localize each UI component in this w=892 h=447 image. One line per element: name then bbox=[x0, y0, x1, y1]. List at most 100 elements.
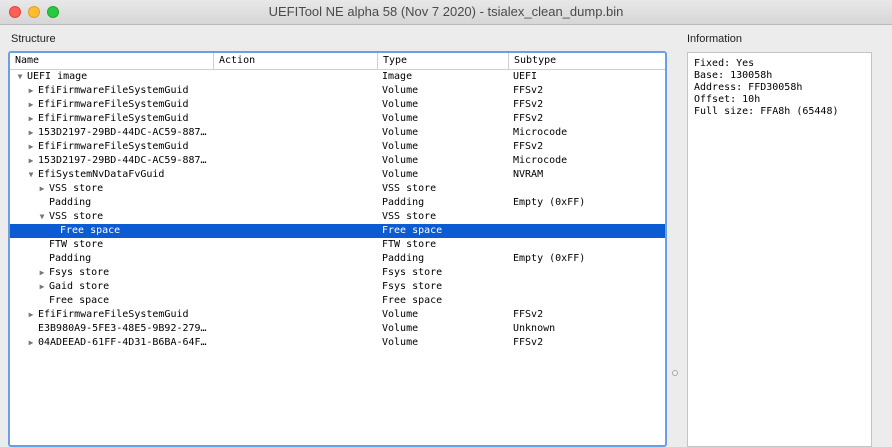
information-panel: Fixed: Yes Base: 130058h Address: FFD30058… bbox=[687, 52, 872, 447]
expand-arrow-icon[interactable]: ▶ bbox=[26, 308, 36, 322]
info-line: Fixed: Yes bbox=[694, 58, 755, 69]
row-action bbox=[218, 308, 378, 322]
tree-row[interactable]: ▶ EfiFirmwareFileSystemGuid Volume FFSv2 bbox=[10, 308, 665, 322]
row-type: Volume bbox=[382, 127, 419, 138]
row-type: Free space bbox=[382, 225, 443, 236]
row-type: Volume bbox=[382, 337, 419, 348]
column-header-action[interactable]: Action bbox=[213, 53, 377, 69]
structure-rows: ▼ UEFI image Image UEFI ▶ EfiFirmwareFileSyst… bbox=[10, 70, 665, 350]
row-name: EfiFirmwareFileSystemGuid bbox=[38, 309, 189, 320]
row-name: Free space bbox=[49, 295, 110, 306]
info-line: Full size: FFA8h (65448) bbox=[694, 106, 839, 117]
expand-arrow-icon[interactable]: ▶ bbox=[26, 84, 36, 98]
row-action bbox=[218, 322, 378, 336]
tree-row[interactable]: ▶ 153D2197-29BD-44DC-AC59-887… Volume Micro… bbox=[10, 154, 665, 168]
row-action bbox=[218, 154, 378, 168]
expand-arrow-icon[interactable]: ▶ bbox=[37, 266, 47, 280]
tree-row[interactable]: ▶ 153D2197-29BD-44DC-AC59-887… Volume Micro… bbox=[10, 126, 665, 140]
row-type: Volume bbox=[382, 113, 419, 124]
row-name: 153D2197-29BD-44DC-AC59-887… bbox=[38, 155, 207, 166]
tree-row[interactable]: ▶ Fsys store Fsys store bbox=[10, 266, 665, 280]
row-name: VSS store bbox=[49, 211, 104, 222]
expand-arrow-icon[interactable]: ▶ bbox=[26, 154, 36, 168]
tree-row[interactable]: ▶ Gaid store Fsys store bbox=[10, 280, 665, 294]
tree-row[interactable]: ▶ EfiFirmwareFileSystemGuid Volume FFSv2 bbox=[10, 84, 665, 98]
expand-arrow-icon[interactable]: ▶ bbox=[37, 280, 47, 294]
column-header-subtype[interactable]: Subtype bbox=[508, 53, 665, 69]
row-subtype bbox=[513, 224, 663, 238]
row-subtype bbox=[513, 238, 663, 252]
row-subtype: UEFI bbox=[513, 71, 538, 82]
collapse-arrow-icon[interactable]: ▼ bbox=[15, 70, 25, 84]
row-name: EfiSystemNvDataFvGuid bbox=[38, 169, 165, 180]
tree-row[interactable]: Free space Free space bbox=[10, 224, 665, 238]
info-line: Base: 130058h bbox=[694, 70, 773, 81]
row-type: Volume bbox=[382, 323, 419, 334]
row-action bbox=[218, 224, 378, 238]
row-action bbox=[218, 140, 378, 154]
row-type: VSS store bbox=[382, 183, 437, 194]
row-name: Fsys store bbox=[49, 267, 110, 278]
expand-arrow-icon[interactable]: ▶ bbox=[26, 126, 36, 140]
row-subtype: Microcode bbox=[513, 127, 568, 138]
row-subtype: FFSv2 bbox=[513, 113, 544, 124]
expand-arrow-icon[interactable]: ▶ bbox=[26, 336, 36, 350]
row-subtype: FFSv2 bbox=[513, 85, 544, 96]
row-name: 04ADEEAD-61FF-4D31-B6BA-64F… bbox=[38, 337, 207, 348]
tree-row[interactable]: ▶ VSS store VSS store bbox=[10, 182, 665, 196]
row-name: EfiFirmwareFileSystemGuid bbox=[38, 99, 189, 110]
expand-arrow-icon[interactable]: ▶ bbox=[26, 98, 36, 112]
tree-row[interactable]: E3B980A9-5FE3-48E5-9B92-279… Volume Unknow… bbox=[10, 322, 665, 336]
structure-label: Structure bbox=[11, 33, 56, 45]
panel-splitter[interactable] bbox=[670, 30, 680, 447]
row-name: 153D2197-29BD-44DC-AC59-887… bbox=[38, 127, 207, 138]
row-type: VSS store bbox=[382, 211, 437, 222]
row-type: Padding bbox=[382, 197, 425, 208]
column-header-type[interactable]: Type bbox=[377, 53, 508, 69]
row-action bbox=[218, 196, 378, 210]
row-action bbox=[218, 182, 378, 196]
expand-arrow-icon[interactable]: ▶ bbox=[37, 182, 47, 196]
row-subtype: FFSv2 bbox=[513, 141, 544, 152]
row-subtype: Unknown bbox=[513, 323, 556, 334]
tree-row[interactable]: ▶ EfiFirmwareFileSystemGuid Volume FFSv2 bbox=[10, 112, 665, 126]
row-type: Volume bbox=[382, 309, 419, 320]
tree-row[interactable]: ▼ EfiSystemNvDataFvGuid Volume NVRAM bbox=[10, 168, 665, 182]
tree-row[interactable]: ▼ UEFI image Image UEFI bbox=[10, 70, 665, 84]
tree-row[interactable]: ▶ EfiFirmwareFileSystemGuid Volume FFSv2 bbox=[10, 140, 665, 154]
collapse-arrow-icon[interactable]: ▼ bbox=[37, 210, 47, 224]
expand-arrow-icon[interactable]: ▶ bbox=[26, 140, 36, 154]
tree-row[interactable]: Padding Padding Empty (0xFF) bbox=[10, 252, 665, 266]
row-action bbox=[218, 294, 378, 308]
row-action bbox=[218, 266, 378, 280]
expand-arrow-icon[interactable]: ▶ bbox=[26, 112, 36, 126]
row-type: Image bbox=[382, 71, 413, 82]
row-subtype bbox=[513, 266, 663, 280]
title-bar: UEFITool NE alpha 58 (Nov 7 2020) - tsia… bbox=[0, 0, 892, 25]
row-name: EfiFirmwareFileSystemGuid bbox=[38, 113, 189, 124]
tree-row[interactable]: FTW store FTW store bbox=[10, 238, 665, 252]
row-subtype bbox=[513, 210, 663, 224]
row-name: UEFI image bbox=[27, 71, 88, 82]
tree-row[interactable]: ▶ EfiFirmwareFileSystemGuid Volume FFSv2 bbox=[10, 98, 665, 112]
collapse-arrow-icon[interactable]: ▼ bbox=[26, 168, 36, 182]
row-subtype bbox=[513, 280, 663, 294]
row-subtype: NVRAM bbox=[513, 169, 544, 180]
tree-row[interactable]: Padding Padding Empty (0xFF) bbox=[10, 196, 665, 210]
tree-row[interactable]: ▼ VSS store VSS store bbox=[10, 210, 665, 224]
column-header-name[interactable]: Name bbox=[10, 53, 213, 69]
tree-row[interactable]: ▶ 04ADEEAD-61FF-4D31-B6BA-64F… Volume FFSv2 bbox=[10, 336, 665, 350]
row-name: EfiFirmwareFileSystemGuid bbox=[38, 141, 189, 152]
row-subtype bbox=[513, 294, 663, 308]
row-name: E3B980A9-5FE3-48E5-9B92-279… bbox=[38, 323, 207, 334]
row-action bbox=[218, 70, 378, 84]
row-name: Gaid store bbox=[49, 281, 110, 292]
splitter-handle[interactable] bbox=[672, 370, 678, 376]
row-action bbox=[218, 112, 378, 126]
row-action bbox=[218, 280, 378, 294]
row-type: Volume bbox=[382, 169, 419, 180]
tree-row[interactable]: Free space Free space bbox=[10, 294, 665, 308]
row-subtype: Empty (0xFF) bbox=[513, 253, 586, 264]
structure-tree[interactable]: Name Action Type Subtype ▼ UEFI image Imag… bbox=[8, 51, 667, 447]
row-name: Padding bbox=[49, 197, 92, 208]
